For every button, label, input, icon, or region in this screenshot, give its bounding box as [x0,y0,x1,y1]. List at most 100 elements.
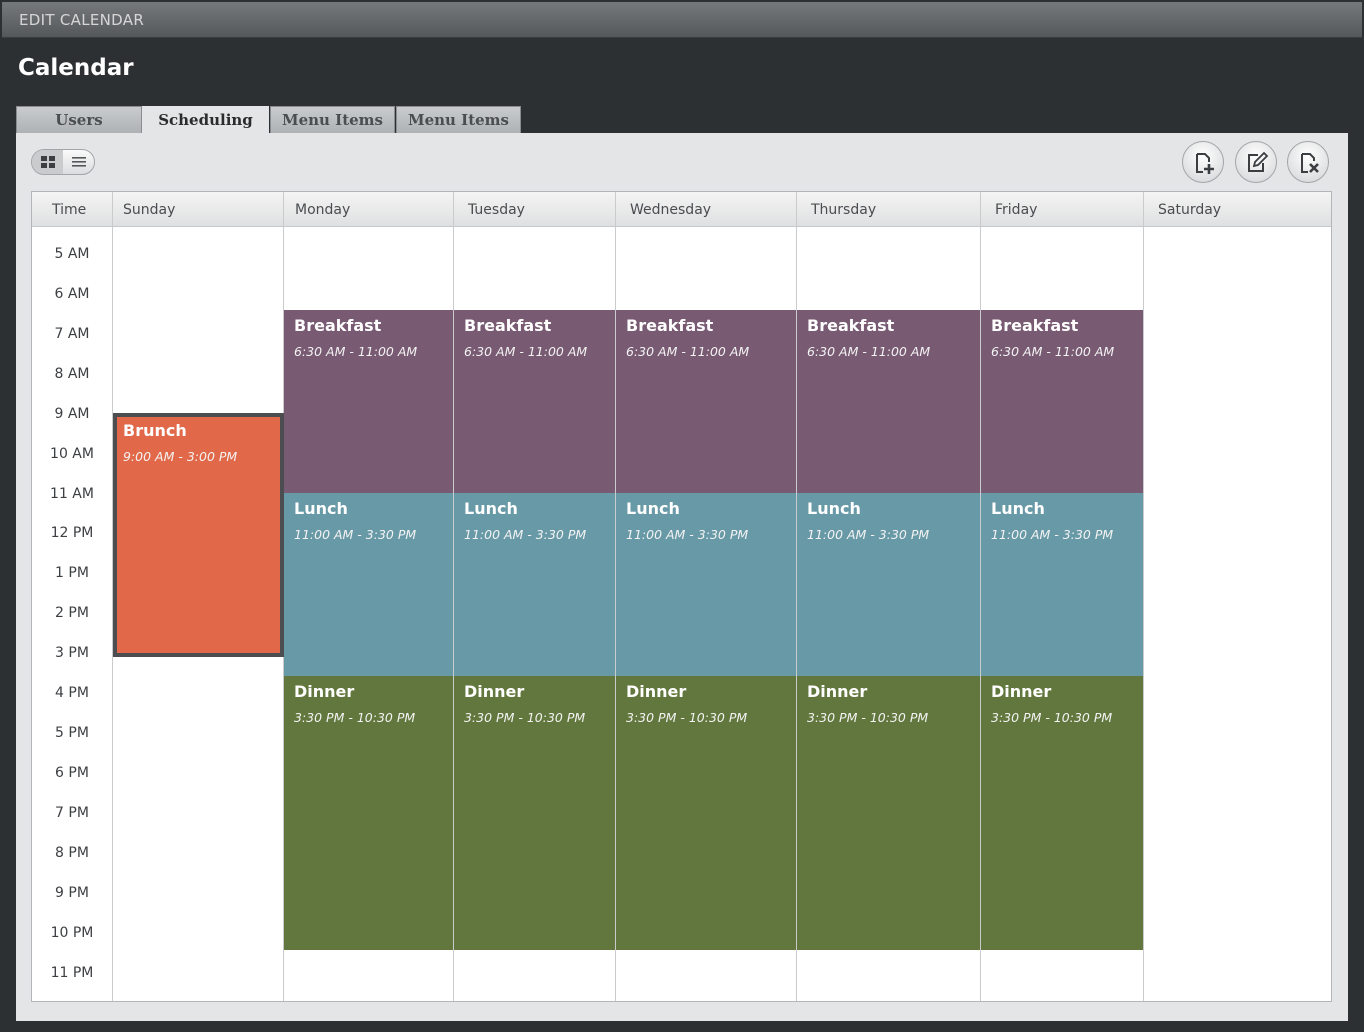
event-title: Brunch [123,421,187,440]
event-breakfast-friday[interactable]: Breakfast 6:30 AM - 11:00 AM [981,310,1143,493]
grid-view-icon [41,156,55,168]
event-lunch-monday[interactable]: Lunch 11:00 AM - 3:30 PM [284,493,453,676]
day-label: Wednesday [630,202,712,218]
hour-label: 12 PM [50,525,94,541]
event-lunch-thursday[interactable]: Lunch 11:00 AM - 3:30 PM [797,493,980,676]
add-event-button[interactable] [1182,141,1224,183]
event-time: 11:00 AM - 3:30 PM [626,527,749,542]
event-breakfast-wednesday[interactable]: Breakfast 6:30 AM - 11:00 AM [616,310,796,493]
hour-label: 11 PM [50,965,94,981]
event-lunch-wednesday[interactable]: Lunch 11:00 AM - 3:30 PM [616,493,796,676]
day-label: Monday [295,202,351,218]
window-title: EDIT CALENDAR [19,11,145,29]
event-time: 3:30 PM - 10:30 PM [464,710,586,725]
event-time: 6:30 AM - 11:00 AM [626,344,750,359]
day-label: Sunday [123,202,176,218]
hour-label: 6 AM [54,286,90,302]
day-label: Thursday [811,202,877,218]
event-lunch-friday[interactable]: Lunch 11:00 AM - 3:30 PM [981,493,1143,676]
hour-label: 7 PM [55,805,89,821]
tab-menu-items-2[interactable]: Menu Items [396,106,521,134]
event-title: Breakfast [294,316,382,335]
event-time: 11:00 AM - 3:30 PM [807,527,930,542]
event-title: Lunch [464,499,518,518]
day-header-thursday: Thursday [797,192,981,227]
hour-label: 5 PM [55,725,89,741]
event-dinner-thursday[interactable]: Dinner 3:30 PM - 10:30 PM [797,676,980,950]
day-header-monday: Monday [284,192,454,227]
event-dinner-tuesday[interactable]: Dinner 3:30 PM - 10:30 PM [454,676,615,950]
day-header-sunday: Sunday [113,192,284,227]
hour-label: 9 PM [55,885,89,901]
view-toggle [31,149,95,175]
day-header-saturday: Saturday [1144,192,1331,227]
event-time: 9:00 AM - 3:00 PM [123,449,238,464]
time-column-header: Time [32,192,113,227]
delete-event-icon [1301,153,1319,173]
event-lunch-tuesday[interactable]: Lunch 11:00 AM - 3:30 PM [454,493,615,676]
day-header-tuesday: Tuesday [454,192,616,227]
time-header-label: Time [52,202,87,218]
hour-label: 4 PM [55,685,89,701]
event-brunch-sunday[interactable]: Brunch 9:00 AM - 3:00 PM [113,413,284,657]
tab-users[interactable]: Users [16,106,142,134]
event-title: Dinner [294,682,355,701]
list-view-icon [72,157,86,167]
edit-event-button[interactable] [1235,141,1277,183]
day-header-friday: Friday [981,192,1144,227]
event-time: 6:30 AM - 11:00 AM [991,344,1115,359]
event-time: 11:00 AM - 3:30 PM [991,527,1114,542]
hour-label: 3 PM [55,645,89,661]
day-label: Tuesday [468,202,525,218]
event-title: Breakfast [464,316,552,335]
event-time: 6:30 AM - 11:00 AM [464,344,588,359]
event-time: 3:30 PM - 10:30 PM [991,710,1113,725]
hour-label: 8 AM [54,366,90,382]
day-header-wednesday: Wednesday [616,192,797,227]
event-time: 6:30 AM - 11:00 AM [294,344,418,359]
event-breakfast-thursday[interactable]: Breakfast 6:30 AM - 11:00 AM [797,310,980,493]
event-breakfast-tuesday[interactable]: Breakfast 6:30 AM - 11:00 AM [454,310,615,493]
add-event-icon [1196,153,1214,174]
event-title: Lunch [991,499,1045,518]
calendar-grid: Time Sunday Monday Tuesday Wednesday Thu… [31,191,1332,1002]
event-time: 3:30 PM - 10:30 PM [807,710,929,725]
hour-label: 1 PM [55,565,89,581]
event-title: Dinner [991,682,1052,701]
event-title: Lunch [807,499,861,518]
event-breakfast-monday[interactable]: Breakfast 6:30 AM - 11:00 AM [284,310,453,493]
page-title: Calendar [18,55,134,81]
event-title: Dinner [626,682,687,701]
hour-label: 10 AM [50,446,94,462]
delete-event-button[interactable] [1287,141,1329,183]
tab-scheduling[interactable]: Scheduling [142,106,269,135]
tab-menu-items[interactable]: Menu Items [270,106,395,134]
list-view-button[interactable] [63,150,94,174]
calendar-panel: Time Sunday Monday Tuesday Wednesday Thu… [16,133,1348,1021]
event-time: 3:30 PM - 10:30 PM [294,710,416,725]
column-divider [1143,192,1144,1001]
event-title: Lunch [294,499,348,518]
hour-label: 10 PM [50,925,94,941]
event-title: Breakfast [991,316,1079,335]
hour-label: 7 AM [54,326,90,342]
hour-label: 11 AM [50,486,94,502]
day-label: Saturday [1158,202,1222,218]
hour-label: 5 AM [54,246,90,262]
event-time: 6:30 AM - 11:00 AM [807,344,931,359]
grid-view-button[interactable] [32,150,63,174]
event-dinner-monday[interactable]: Dinner 3:30 PM - 10:30 PM [284,676,453,950]
edit-event-icon [1248,151,1269,172]
hour-label: 6 PM [55,765,89,781]
event-time: 11:00 AM - 3:30 PM [294,527,417,542]
event-title: Breakfast [626,316,714,335]
hour-label: 2 PM [55,605,89,621]
event-dinner-friday[interactable]: Dinner 3:30 PM - 10:30 PM [981,676,1143,950]
hour-label: 8 PM [55,845,89,861]
hour-label: 9 AM [54,406,90,422]
event-dinner-wednesday[interactable]: Dinner 3:30 PM - 10:30 PM [616,676,796,950]
event-time: 11:00 AM - 3:30 PM [464,527,587,542]
event-title: Dinner [464,682,525,701]
event-time: 3:30 PM - 10:30 PM [626,710,748,725]
window-titlebar: EDIT CALENDAR [2,2,1362,38]
